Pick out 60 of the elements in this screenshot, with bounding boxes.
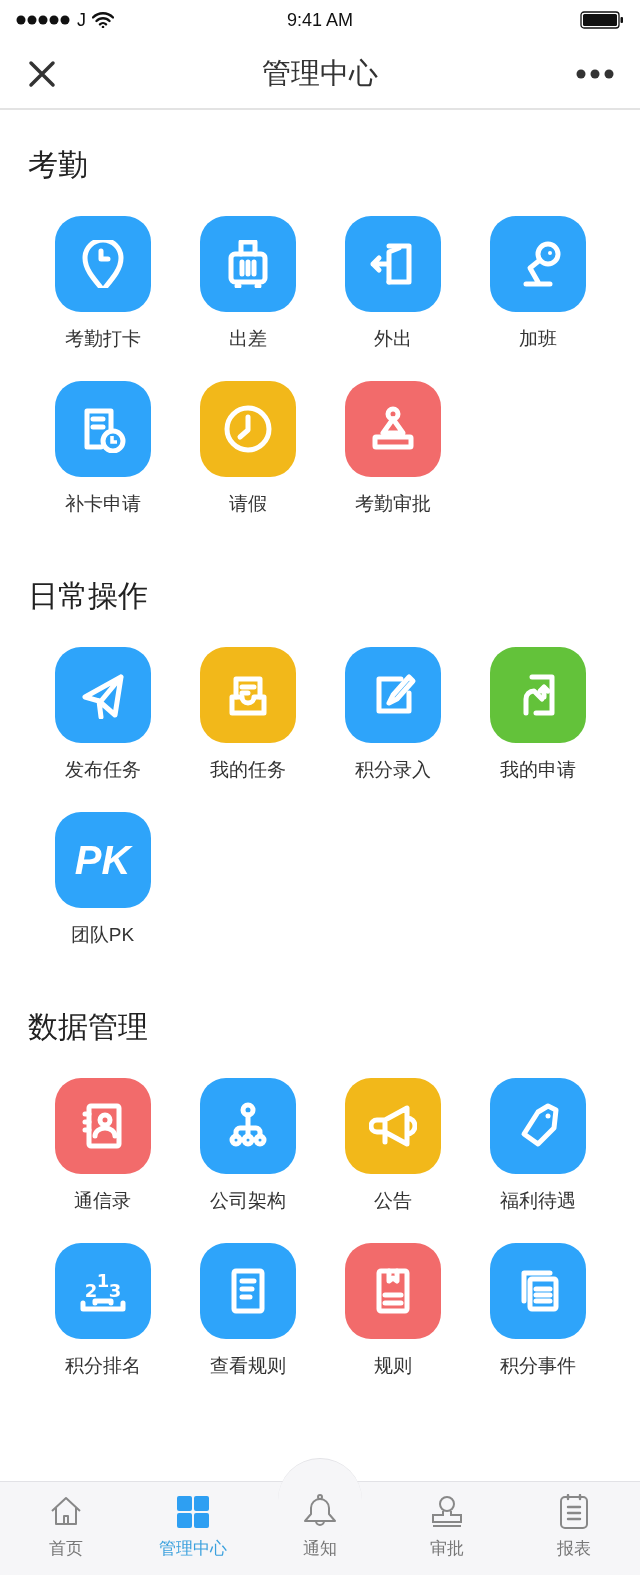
carrier-name: J [77,8,86,32]
app-tile[interactable] [344,381,441,477]
signal-icon [16,15,71,25]
app-label: 团队PK [70,923,135,947]
app-label: 我的任务 [209,758,286,782]
tab-item[interactable]: 管理中心 [129,1482,257,1575]
app-label: 外出 [373,327,412,351]
section-heading: 日常操作 [27,578,149,614]
app-tile[interactable] [54,647,151,743]
app-label: 请假 [228,492,267,516]
app-label: 加班 [518,327,557,351]
app-label: 积分事件 [499,1354,576,1378]
app-label: 积分录入 [354,758,431,782]
app-label: 福利待遇 [499,1189,576,1213]
app-label: 我的申请 [499,758,576,782]
app-tile[interactable] [54,381,151,477]
app-label: 查看规则 [209,1354,286,1378]
pk-text: PK [74,840,131,880]
app-tile[interactable] [489,647,586,743]
app-tile[interactable] [344,1243,441,1339]
app-tile[interactable] [344,216,441,312]
app-tile[interactable] [199,1078,296,1174]
app-tile[interactable]: PK [54,812,151,908]
close-button[interactable] [26,58,58,90]
app-label: 补卡申请 [64,492,141,516]
page-title: 管理中心 [262,56,378,92]
app-tile[interactable] [199,647,296,743]
app-label: 积分排名 [64,1354,141,1378]
app-tile[interactable] [199,381,296,477]
wifi-icon [92,12,114,28]
app-tile[interactable] [489,1078,586,1174]
tab-item[interactable]: 通知 [256,1482,384,1575]
section-heading: 数据管理 [27,1009,149,1045]
tab-item[interactable]: 审批 [383,1482,511,1575]
app-label: 通信录 [74,1189,131,1213]
app-label: 规则 [373,1354,412,1378]
clock-icon [223,405,272,453]
app-label: 考勤审批 [354,492,431,516]
app-tile[interactable] [344,1078,441,1174]
close-icon [28,60,56,88]
app-tile[interactable] [199,1243,296,1339]
app-label: 发布任务 [64,758,141,782]
app-tile[interactable] [344,647,441,743]
more-icon [576,69,614,79]
app-tile[interactable] [54,1078,151,1174]
app-tile[interactable]: 213 [54,1243,151,1339]
section-heading: 考勤 [27,147,89,183]
tab-item[interactable]: 首页 [2,1482,130,1575]
app-tile[interactable] [54,216,151,312]
app-tile[interactable] [489,216,586,312]
app-tile[interactable] [199,216,296,312]
grid-icon [174,1494,211,1530]
battery-icon [580,11,624,29]
app-label: 公司架构 [209,1189,286,1213]
app-label: 出差 [228,327,267,351]
status-time: 9:41 AM [287,8,353,32]
app-label: 考勤打卡 [64,327,141,351]
app-label: 公告 [373,1189,412,1213]
app-tile[interactable] [489,1243,586,1339]
tab-item[interactable]: 报表 [510,1482,638,1575]
